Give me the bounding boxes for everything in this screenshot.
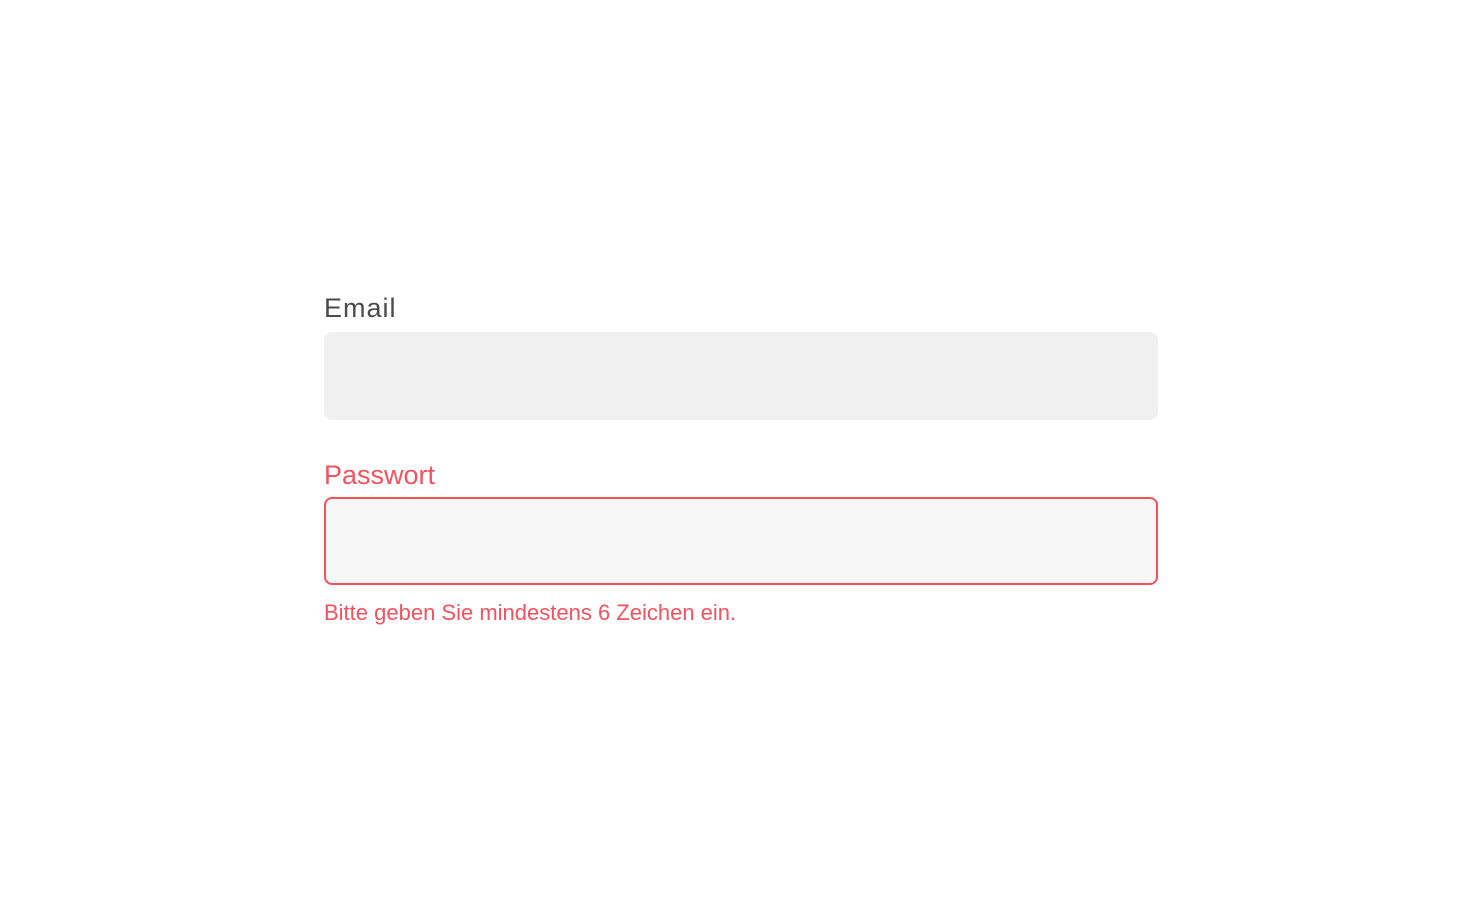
password-label: Passwort	[324, 460, 436, 490]
login-form: Email Passwort Bitte geben Sie mindesten…	[324, 290, 1158, 627]
password-error-message: Bitte geben Sie mindestens 6 Zeichen ein…	[324, 600, 737, 625]
email-label: Email	[324, 293, 397, 323]
email-field[interactable]	[324, 332, 1158, 420]
password-field[interactable]	[324, 497, 1158, 585]
